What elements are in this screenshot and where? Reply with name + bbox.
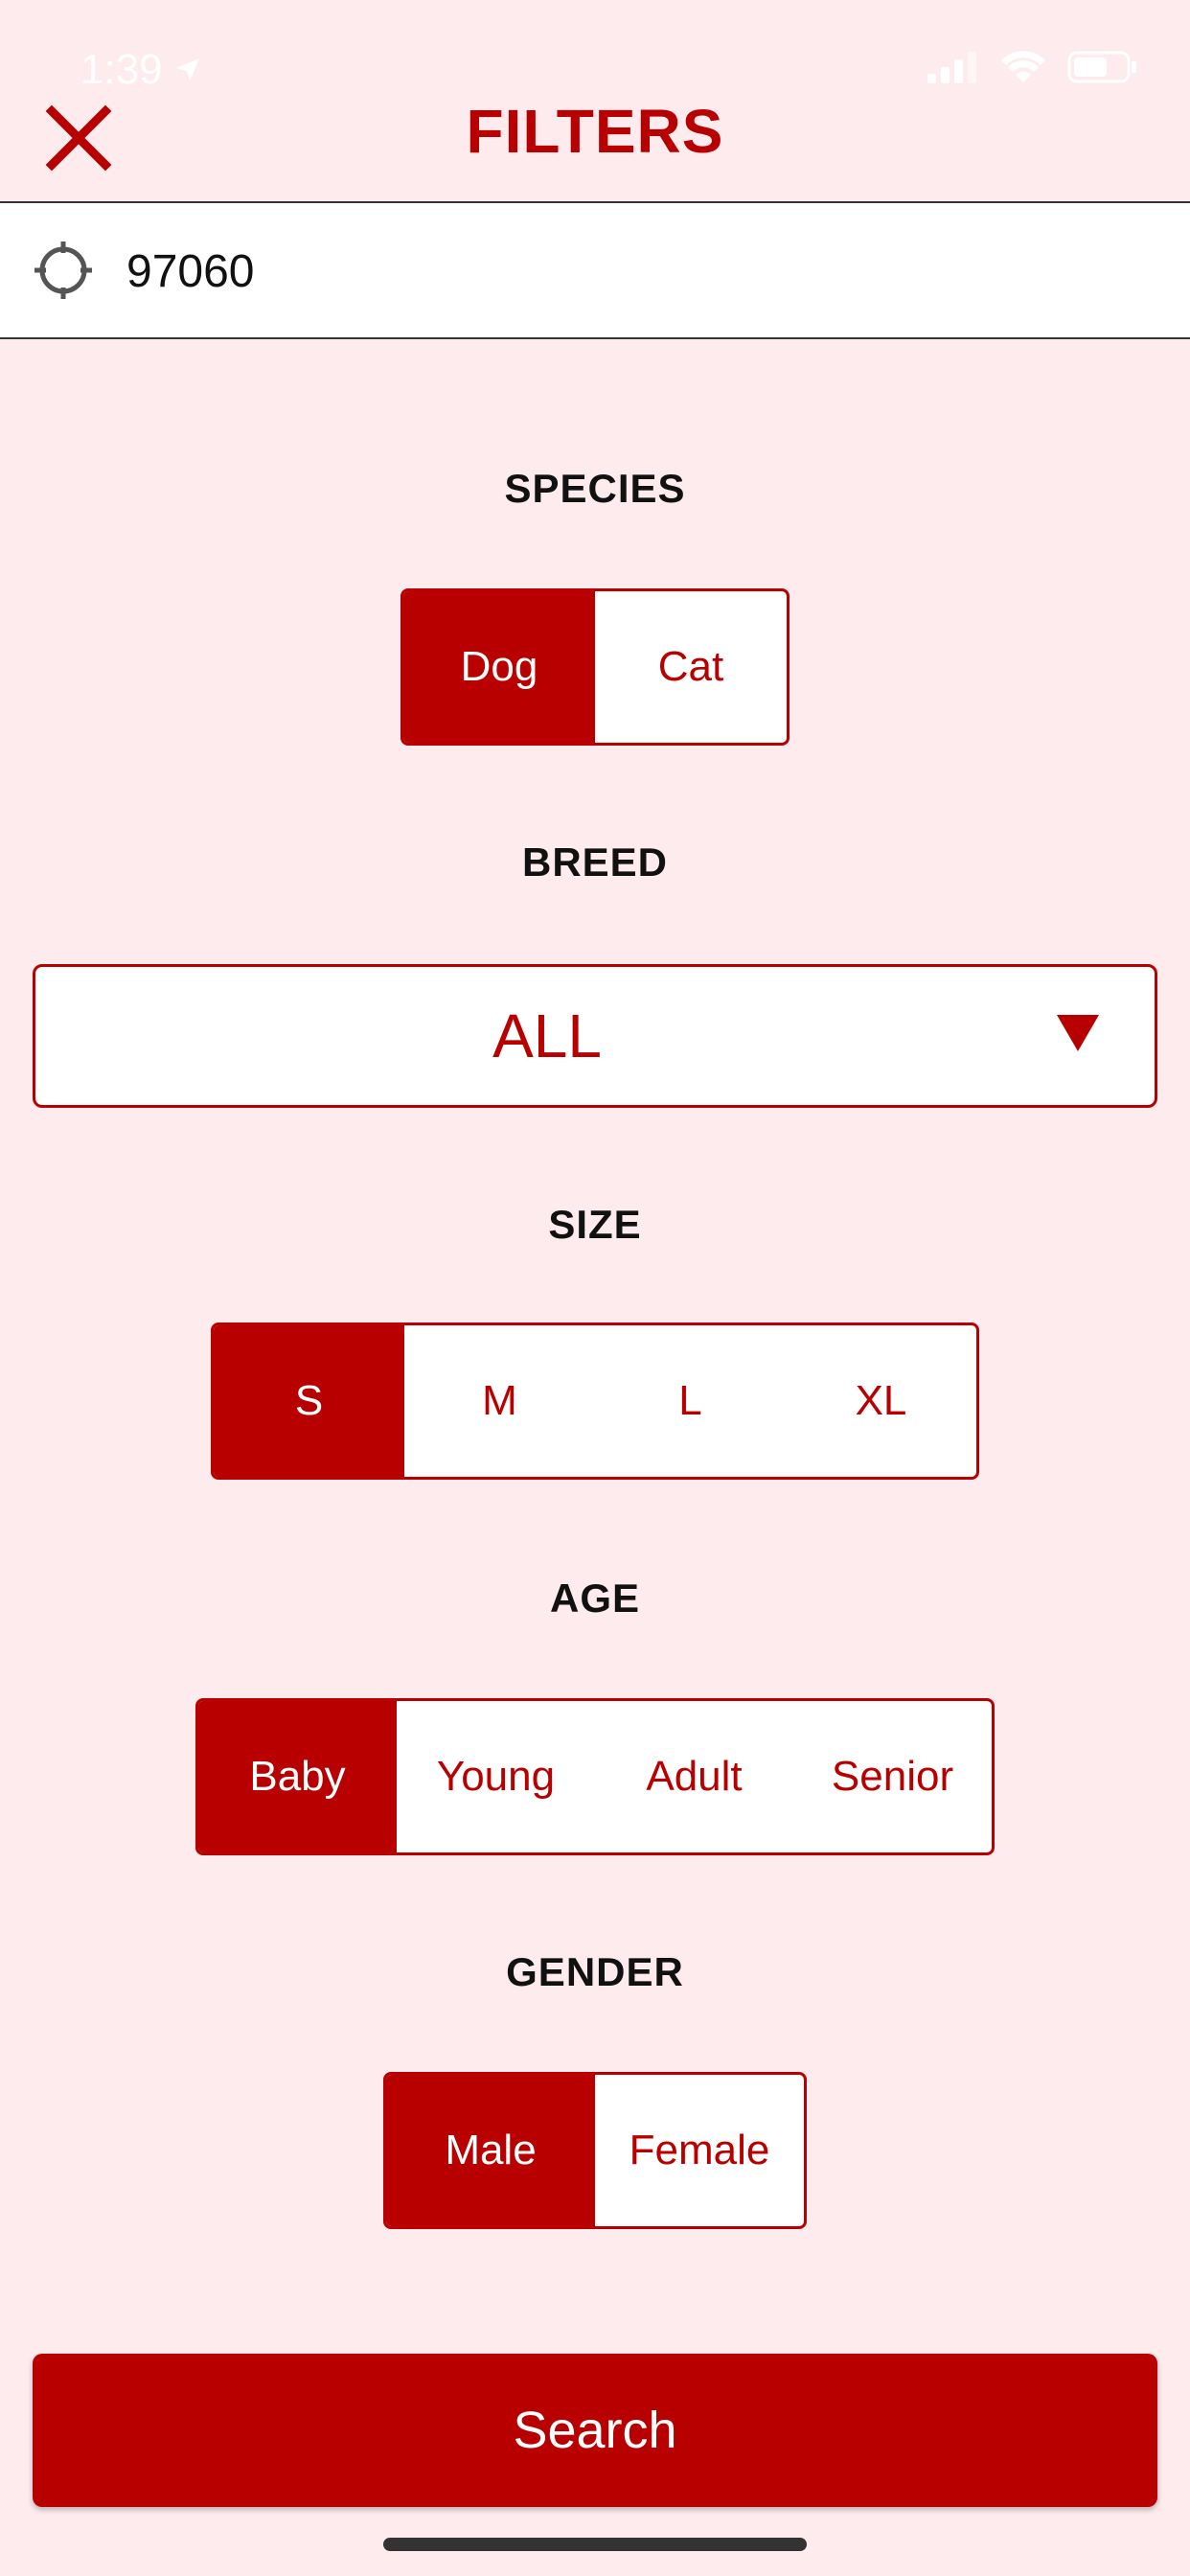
age-option-baby[interactable]: Baby — [198, 1701, 397, 1852]
location-row — [0, 201, 1190, 339]
status-icons — [927, 50, 1138, 84]
species-option-cat[interactable]: Cat — [595, 591, 787, 743]
gender-option-female[interactable]: Female — [595, 2075, 804, 2226]
status-time: 1:39 — [80, 46, 203, 94]
location-input[interactable] — [126, 238, 1142, 305]
size-option-s[interactable]: S — [214, 1325, 404, 1477]
breed-label: BREED — [521, 840, 669, 885]
breed-dropdown-value: ALL — [492, 1001, 602, 1070]
location-arrow-icon — [175, 58, 199, 81]
battery-icon — [1067, 51, 1136, 83]
wifi-icon — [1001, 51, 1045, 82]
age-option-adult[interactable]: Adult — [595, 1701, 793, 1852]
size-option-xl[interactable]: XL — [786, 1325, 976, 1477]
page-title: FILTERS — [466, 97, 724, 166]
age-segmented-control: Baby Young Adult Senior — [195, 1698, 995, 1855]
size-label: SIZE — [548, 1202, 642, 1247]
status-time-label: 1:39 — [80, 46, 163, 93]
species-option-dog[interactable]: Dog — [403, 591, 595, 743]
size-segmented-control: S M L XL — [211, 1322, 979, 1480]
age-option-young[interactable]: Young — [397, 1701, 595, 1852]
species-segmented-control: Dog Cat — [400, 588, 790, 746]
gender-option-male[interactable]: Male — [386, 2075, 595, 2226]
size-option-l[interactable]: L — [595, 1325, 786, 1477]
species-label: SPECIES — [504, 466, 686, 511]
age-label: AGE — [549, 1576, 640, 1621]
age-option-senior[interactable]: Senior — [793, 1701, 992, 1852]
breed-dropdown[interactable]: ALL — [33, 964, 1157, 1108]
signal-icon — [927, 52, 976, 83]
dropdown-arrow-icon — [1057, 1015, 1099, 1051]
gender-segmented-control: Male Female — [383, 2072, 807, 2229]
gender-label: GENDER — [506, 1949, 684, 1994]
crosshair-icon[interactable] — [34, 242, 92, 299]
size-option-m[interactable]: M — [404, 1325, 595, 1477]
search-button[interactable]: Search — [33, 2354, 1157, 2507]
home-indicator[interactable] — [383, 2538, 807, 2551]
